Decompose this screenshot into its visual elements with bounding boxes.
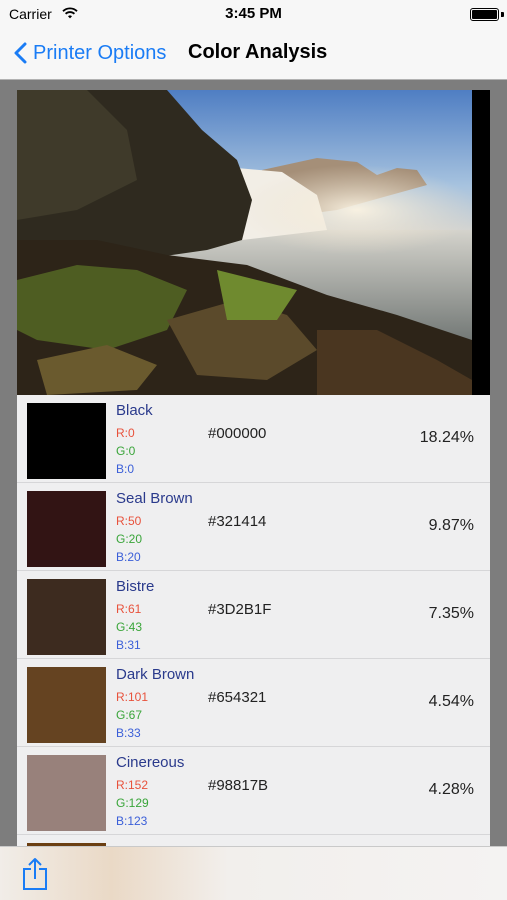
blue-value: B:20 [116,550,141,564]
color-swatch [27,491,106,567]
chevron-left-icon [14,42,27,64]
color-row[interactable]: Cinereous R:152 G:129 B:123 #98817B 4.28… [17,747,490,835]
navigation-bar: Printer Options Color Analysis [0,28,507,80]
hex-code: #654321 [208,689,267,706]
green-value: G:20 [116,532,143,546]
color-row-partial[interactable] [17,835,490,846]
color-row[interactable]: Seal Brown R:50 G:20 B:20 #321414 9.87% [17,483,490,571]
blue-value: B:33 [116,726,141,740]
color-name: Cinereous [116,754,185,771]
analyzed-photo [17,90,490,395]
bottom-toolbar [0,846,507,900]
color-row[interactable]: Black R:0 G:0 B:0 #000000 18.24% [17,395,490,483]
green-value: G:129 [116,796,149,810]
color-name: Black [116,402,153,419]
color-swatch [27,755,106,831]
color-swatch [27,579,106,655]
color-row[interactable]: Dark Brown R:101 G:67 B:33 #654321 4.54% [17,659,490,747]
battery-icon [470,8,499,21]
hex-code: #98817B [208,777,269,794]
color-swatch [27,667,106,743]
color-name: Seal Brown [116,490,193,507]
hex-code: #321414 [208,513,267,530]
color-percentage: 7.35% [428,605,474,622]
share-icon [23,858,47,890]
share-button[interactable] [22,857,48,896]
color-percentage: 4.28% [428,781,474,798]
color-name: Bistre [116,578,155,595]
red-value: R:0 [116,426,135,440]
status-bar: Carrier 3:45 PM [0,0,507,28]
color-percentage: 9.87% [428,517,474,534]
color-row[interactable]: Bistre R:61 G:43 B:31 #3D2B1F 7.35% [17,571,490,659]
hex-code: #3D2B1F [208,601,272,618]
back-button-label: Printer Options [33,41,167,64]
red-value: R:152 [116,778,149,792]
red-value: R:101 [116,690,149,704]
red-value: R:61 [116,602,142,616]
color-list: Black R:0 G:0 B:0 #000000 18.24% Seal Br… [17,395,490,846]
hex-code: #000000 [208,425,267,442]
blue-value: B:0 [116,462,135,476]
battery-tip [501,12,504,17]
status-time: 3:45 PM [225,5,282,22]
blue-value: B:123 [116,814,148,828]
color-name: Dark Brown [116,666,195,683]
green-value: G:67 [116,708,143,722]
red-value: R:50 [116,514,142,528]
back-button[interactable]: Printer Options [14,38,166,68]
green-value: G:43 [116,620,143,634]
blue-value: B:31 [116,638,141,652]
analysis-panel: Black R:0 G:0 B:0 #000000 18.24% Seal Br… [17,90,490,846]
color-swatch [27,403,106,479]
color-percentage: 4.54% [428,693,474,710]
page-title: Color Analysis [188,41,328,63]
color-percentage: 18.24% [419,429,474,446]
green-value: G:0 [116,444,136,458]
